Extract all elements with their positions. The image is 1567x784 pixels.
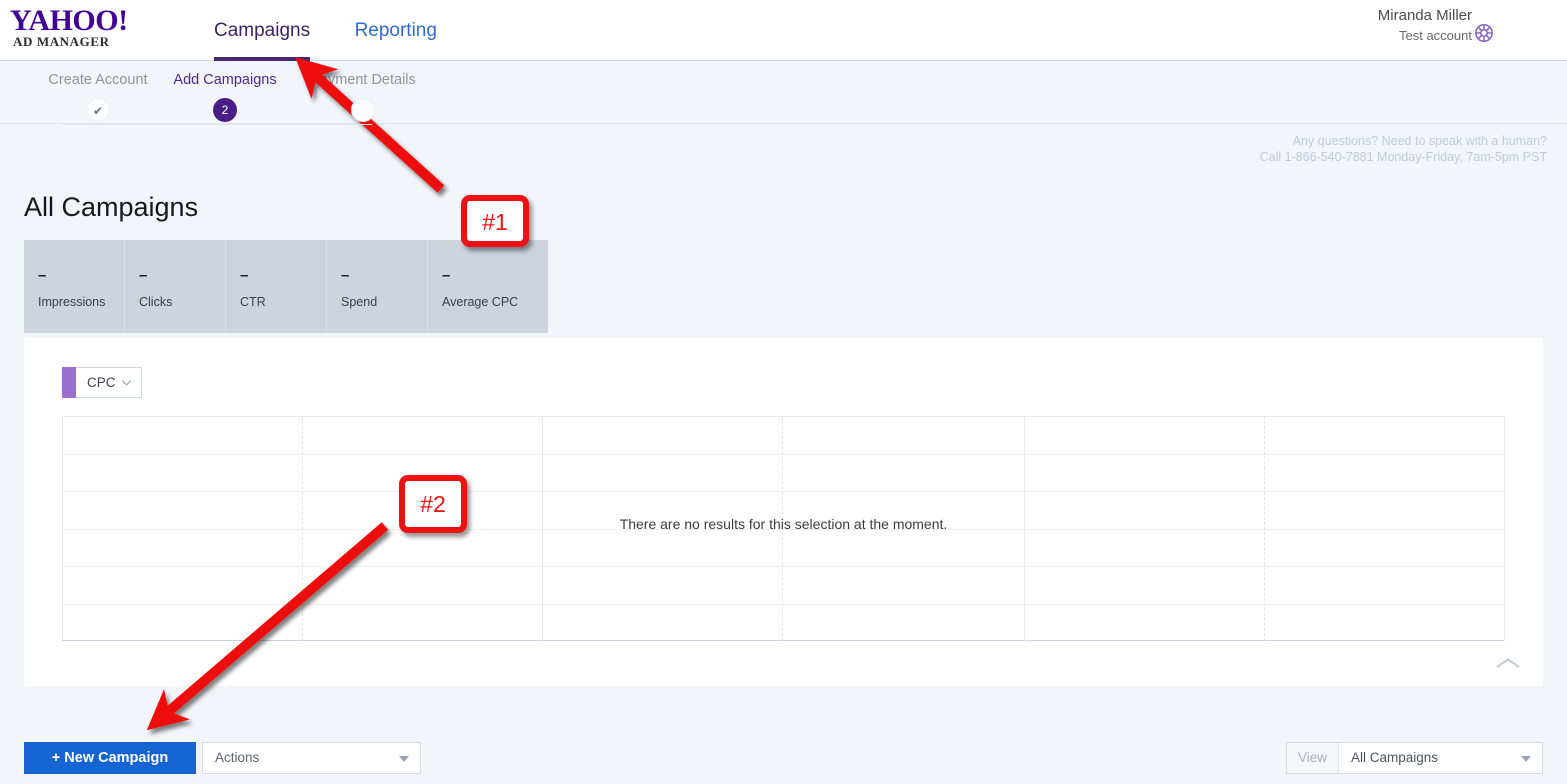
metric-value: –	[240, 267, 249, 284]
step-payment-details-badge	[351, 98, 375, 122]
app-header: YAHOO! AD MANAGER Campaigns Reporting Mi…	[0, 0, 1567, 61]
actions-dropdown[interactable]: Actions	[202, 742, 421, 774]
yahoo-ad-manager-logo[interactable]: YAHOO! AD MANAGER	[10, 6, 200, 49]
step-add-campaigns-label: Add Campaigns	[173, 72, 277, 88]
metric-label: Impressions	[38, 295, 106, 309]
gridline-horizontal	[62, 604, 1505, 605]
view-filter-dropdown[interactable]: All Campaigns	[1339, 743, 1542, 773]
axis-line-x	[62, 640, 1505, 641]
view-filter-value: All Campaigns	[1351, 750, 1439, 765]
metric-card-ctr[interactable]: – CTR	[226, 240, 327, 333]
gridline-horizontal	[62, 491, 1505, 492]
support-phone-line: Call 1-866-540-7881 Monday-Friday, 7am-5…	[1259, 150, 1547, 164]
gridline-horizontal	[62, 566, 1505, 567]
metric-card-clicks[interactable]: – Clicks	[125, 240, 226, 333]
metric-value: –	[341, 267, 350, 284]
chart-empty-state-message: There are no results for this selection …	[619, 516, 948, 532]
actions-dropdown-label: Actions	[215, 750, 260, 765]
series-color-swatch	[62, 367, 76, 398]
step-add-campaigns-badge: 2	[213, 98, 237, 122]
metric-card-impressions[interactable]: – Impressions	[24, 240, 125, 333]
chevron-down-icon	[121, 380, 132, 386]
chart-grid: There are no results for this selection …	[62, 416, 1505, 641]
chevron-up-icon	[1496, 658, 1520, 668]
onboarding-subnav: Create Account ✔ Add Campaigns 2 Payment…	[0, 61, 1567, 164]
step-rail	[62, 124, 372, 125]
metric-value: –	[442, 267, 451, 284]
metric-select-value: CPC	[87, 375, 116, 390]
support-contact-info: Any questions? Need to speak with a huma…	[1260, 133, 1547, 165]
step-create-account[interactable]: Create Account ✔	[28, 71, 168, 122]
action-footer: + New Campaign Actions View All Campaign…	[0, 735, 1567, 784]
metric-card-average-cpc[interactable]: – Average CPC	[428, 240, 548, 333]
metric-label: Average CPC	[442, 295, 519, 309]
view-filter-label[interactable]: View	[1287, 743, 1339, 773]
step-create-account-badge: ✔	[86, 98, 110, 122]
ad-manager-subtitle: AD MANAGER	[13, 34, 110, 49]
step-create-account-label: Create Account	[48, 72, 148, 88]
metric-value: –	[139, 267, 148, 284]
view-filter-group: View All Campaigns	[1286, 742, 1543, 774]
gridline-horizontal	[62, 416, 1505, 417]
yahoo-wordmark: YAHOO!	[10, 4, 128, 37]
step-payment-details[interactable]: Payment Details	[293, 71, 433, 122]
support-question-line: Any questions? Need to speak with a huma…	[1292, 134, 1547, 148]
metric-card-spend[interactable]: – Spend	[327, 240, 428, 333]
new-campaign-button[interactable]: + New Campaign	[24, 742, 196, 774]
step-payment-details-label: Payment Details	[310, 72, 416, 88]
chart-panel: CPC There are no results for this select…	[24, 338, 1543, 686]
metric-label: CTR	[240, 295, 266, 309]
caret-down-icon	[399, 756, 409, 762]
metric-select-cpc[interactable]: CPC	[62, 367, 142, 398]
metric-label: Clicks	[139, 295, 173, 309]
metric-summary-bar: – Impressions – Clicks – CTR – Spend – A…	[24, 240, 548, 333]
user-name: Miranda Miller	[1377, 7, 1472, 24]
metric-label: Spend	[341, 295, 378, 309]
user-info[interactable]: Miranda Miller Test account	[1378, 5, 1472, 45]
account-label: Test account	[1399, 28, 1472, 43]
tab-campaigns[interactable]: Campaigns	[214, 0, 311, 61]
caret-down-icon	[1521, 756, 1531, 762]
step-add-campaigns[interactable]: Add Campaigns 2	[155, 71, 295, 122]
page-title: All Campaigns	[24, 192, 199, 222]
metric-value: –	[38, 267, 47, 284]
tab-reporting[interactable]: Reporting	[355, 0, 437, 61]
gear-icon	[1475, 24, 1493, 42]
gridline-horizontal	[62, 454, 1505, 455]
primary-nav: Campaigns Reporting	[214, 0, 477, 61]
settings-button[interactable]	[1471, 20, 1497, 46]
collapse-panel-button[interactable]	[1491, 656, 1525, 676]
